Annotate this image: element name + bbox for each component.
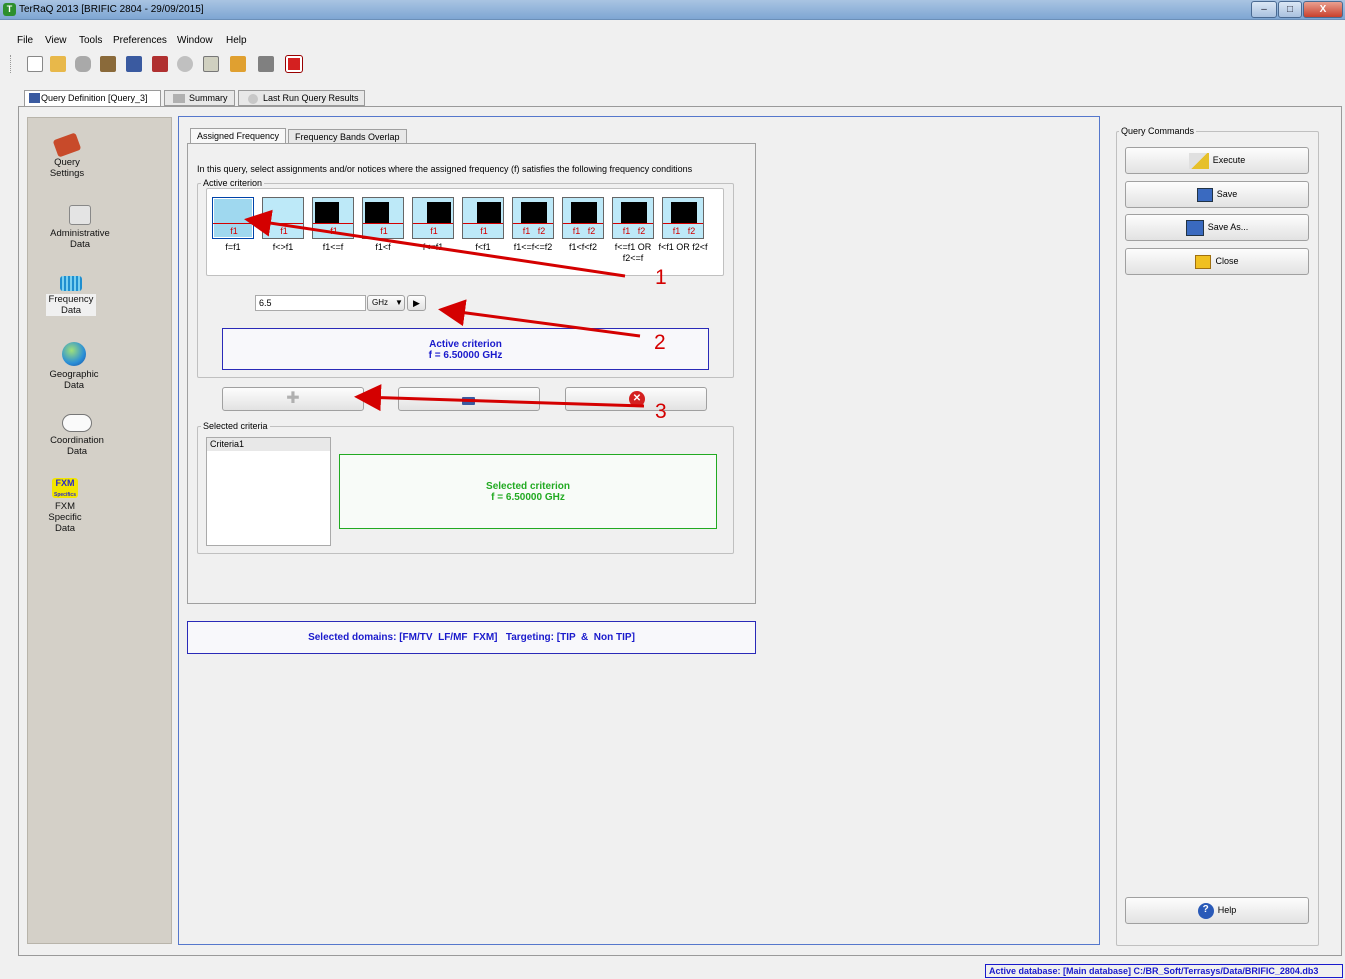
annotation-number-2: 2 [654,331,666,354]
annotation-arrow-1 [244,209,626,278]
annotation-number-3: 3 [655,400,667,423]
annotation-arrow-3 [354,384,645,412]
annotation-number-1: 1 [655,266,667,289]
annotation-arrow-2 [438,299,641,338]
annotation-overlay [244,209,645,412]
